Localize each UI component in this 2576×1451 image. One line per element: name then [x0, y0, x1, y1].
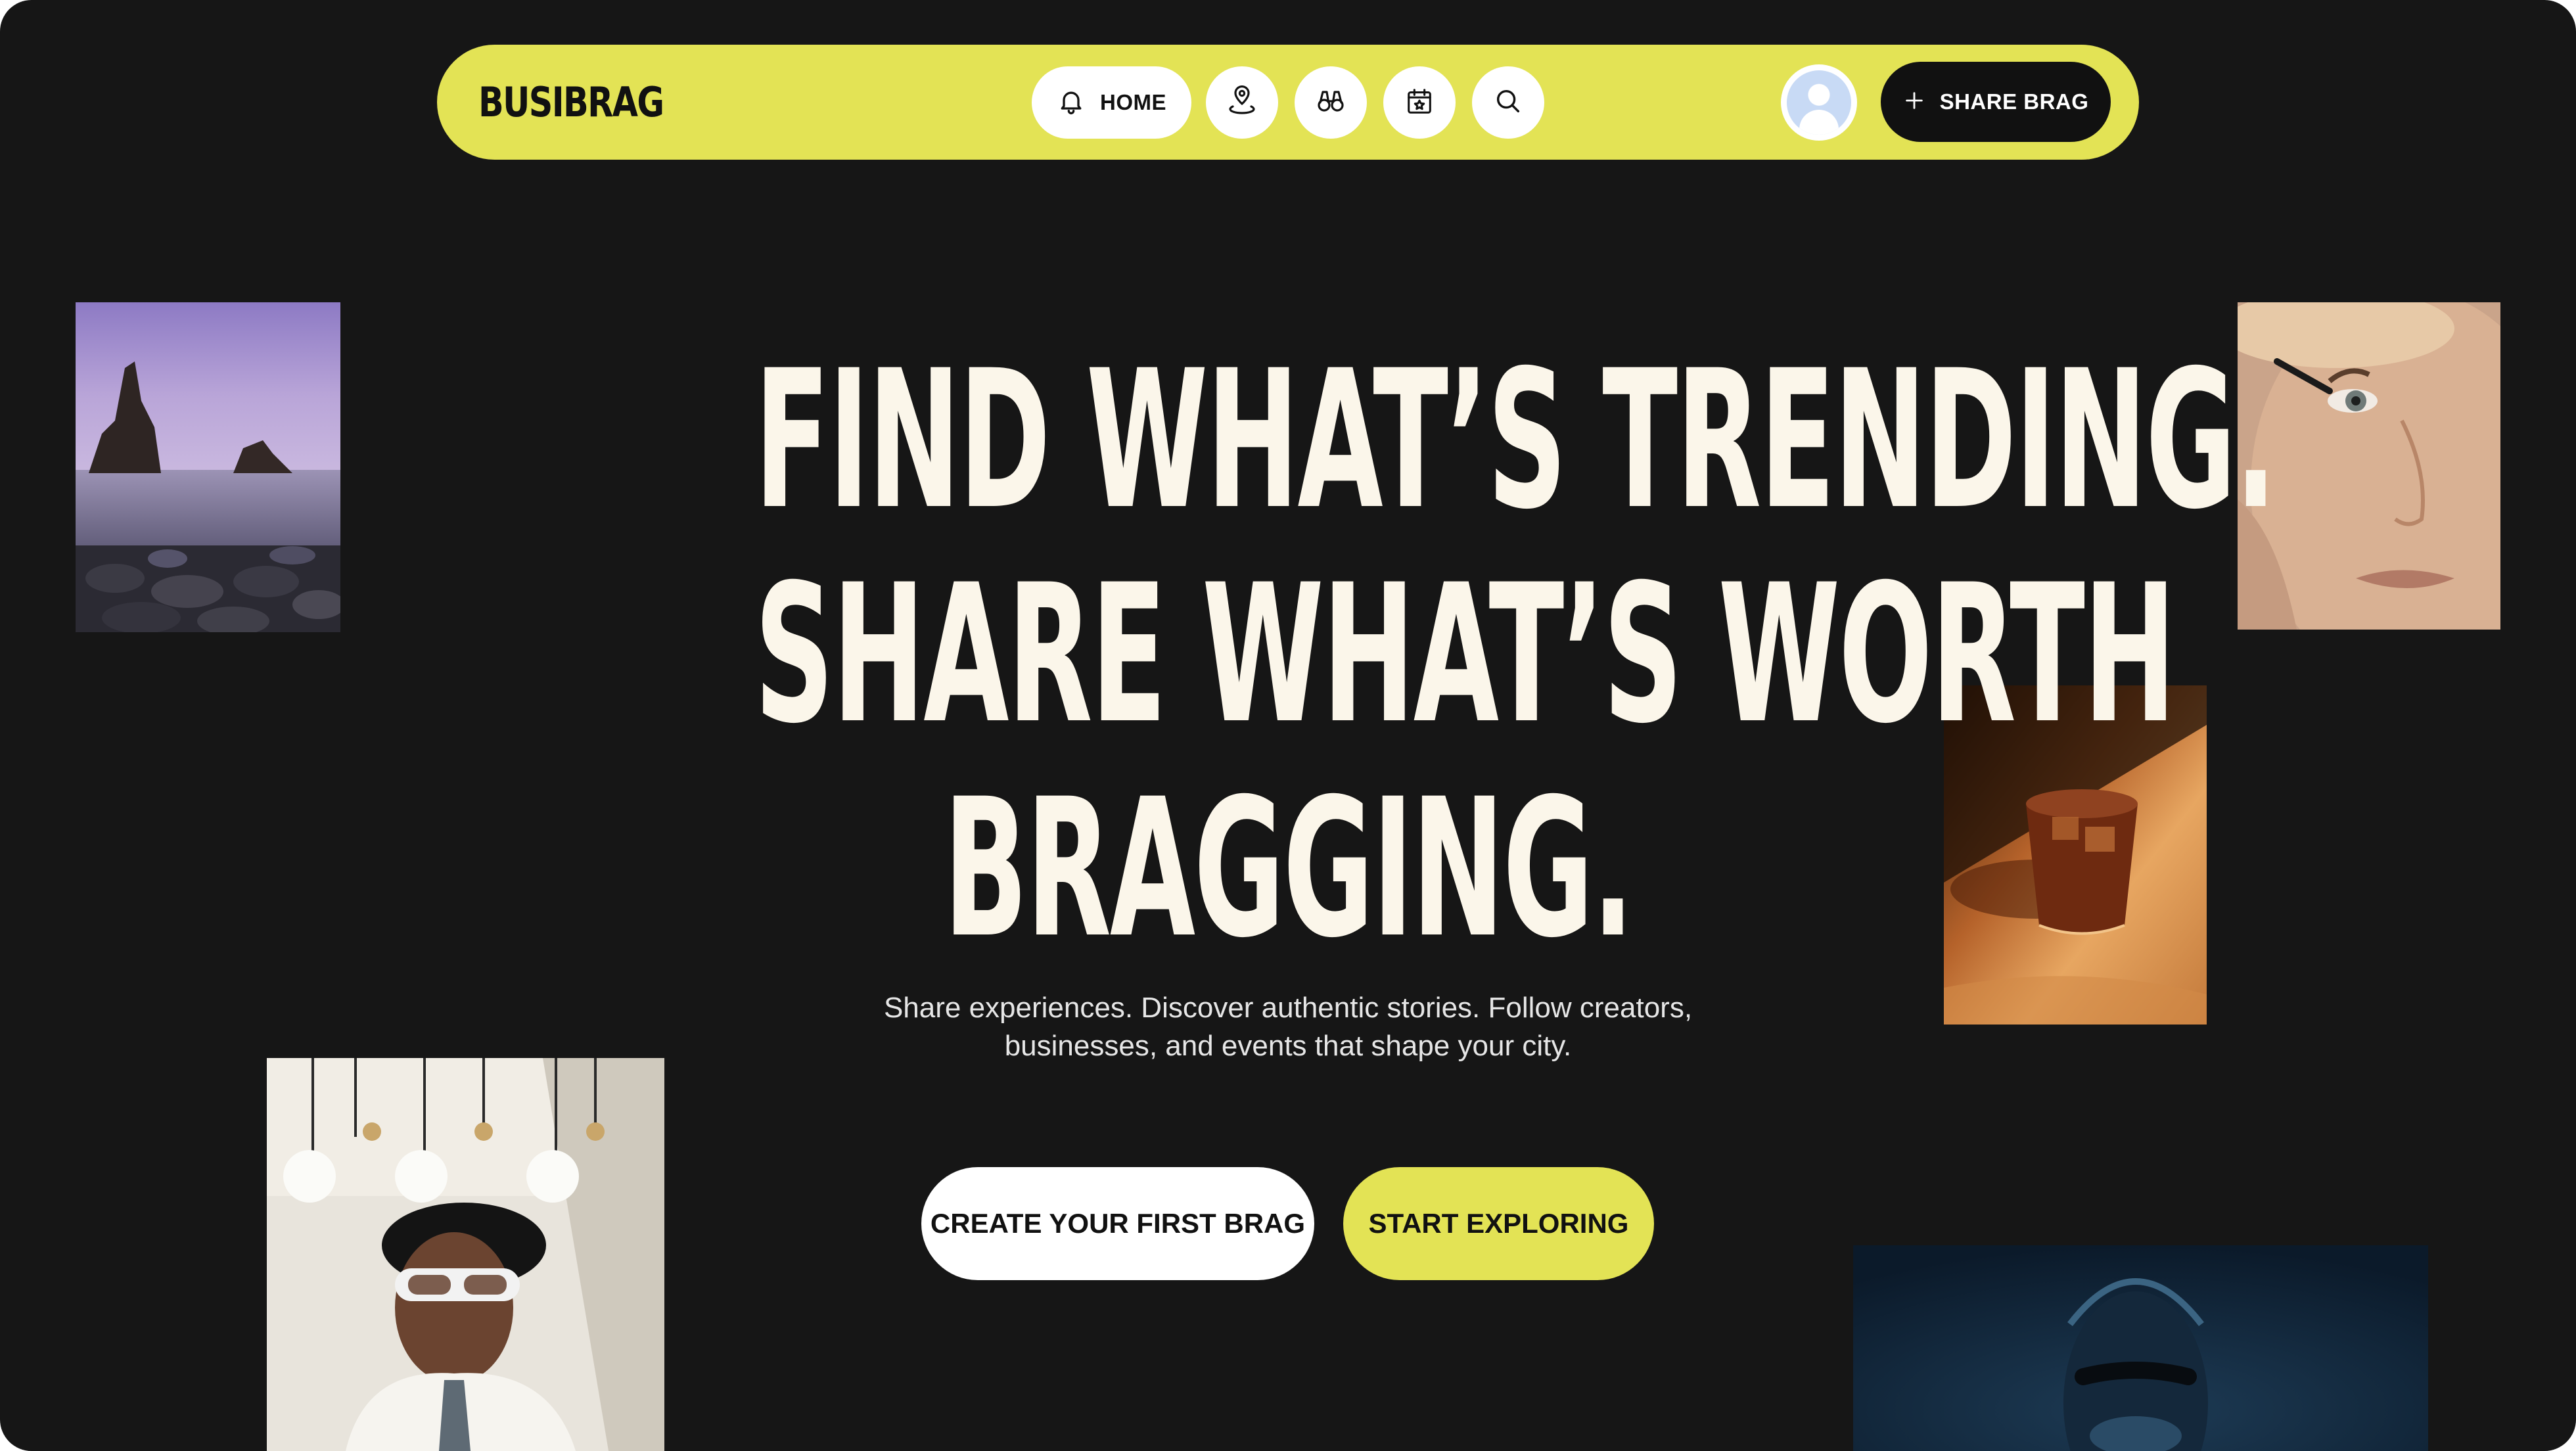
bell-icon [1057, 87, 1086, 119]
hero-headline-line-1: FIND WHAT’S TRENDING. [754, 330, 2277, 551]
nav-events-button[interactable] [1383, 66, 1456, 139]
create-first-brag-button[interactable]: CREATE YOUR FIRST BRAG [921, 1167, 1314, 1280]
app-frame: BUSIBRAG HOME SHARE BRAG FIND WHAT’S TRE… [0, 0, 2576, 1451]
start-exploring-button[interactable]: START EXPLORING [1343, 1167, 1654, 1280]
nav-search-button[interactable] [1472, 66, 1544, 139]
binoculars-icon [1315, 85, 1346, 120]
photo-woman-sunglasses [267, 1058, 664, 1451]
hero-headline: FIND WHAT’S TRENDING. SHARE WHAT’S WORTH… [368, 330, 2277, 980]
hero-headline-line-2: SHARE WHAT’S WORTH [754, 544, 2176, 766]
search-icon [1493, 86, 1523, 120]
nav-home-label: HOME [1100, 90, 1166, 114]
plus-icon [1903, 89, 1925, 115]
hero-subtitle: Share experiences. Discover authentic st… [828, 989, 1748, 1065]
share-brag-button[interactable]: SHARE BRAG [1881, 62, 2111, 142]
photo-woman-mascara [2238, 302, 2500, 630]
user-avatar[interactable] [1781, 64, 1857, 141]
photo-sea-rocks [76, 302, 340, 632]
location-pin-icon [1226, 85, 1258, 120]
avatar-placeholder-icon [1787, 70, 1851, 135]
hero-subtitle-line-1: Share experiences. Discover authentic st… [883, 992, 1693, 1024]
nav-discover-button[interactable] [1295, 66, 1367, 139]
nav-home-button[interactable]: HOME [1032, 66, 1191, 139]
hero-subtitle-line-2: businesses, and events that shape your c… [1004, 1030, 1572, 1062]
nav-location-button[interactable] [1206, 66, 1278, 139]
top-navbar: BUSIBRAG HOME SHARE BRAG [437, 45, 2139, 160]
share-brag-label: SHARE BRAG [1939, 89, 2089, 114]
brand-logo[interactable]: BUSIBRAG [478, 78, 664, 127]
photo-woman-blue-light [1853, 1245, 2428, 1451]
hero-headline-line-3: BRAGGING. [943, 758, 1634, 980]
calendar-star-icon [1404, 86, 1435, 120]
